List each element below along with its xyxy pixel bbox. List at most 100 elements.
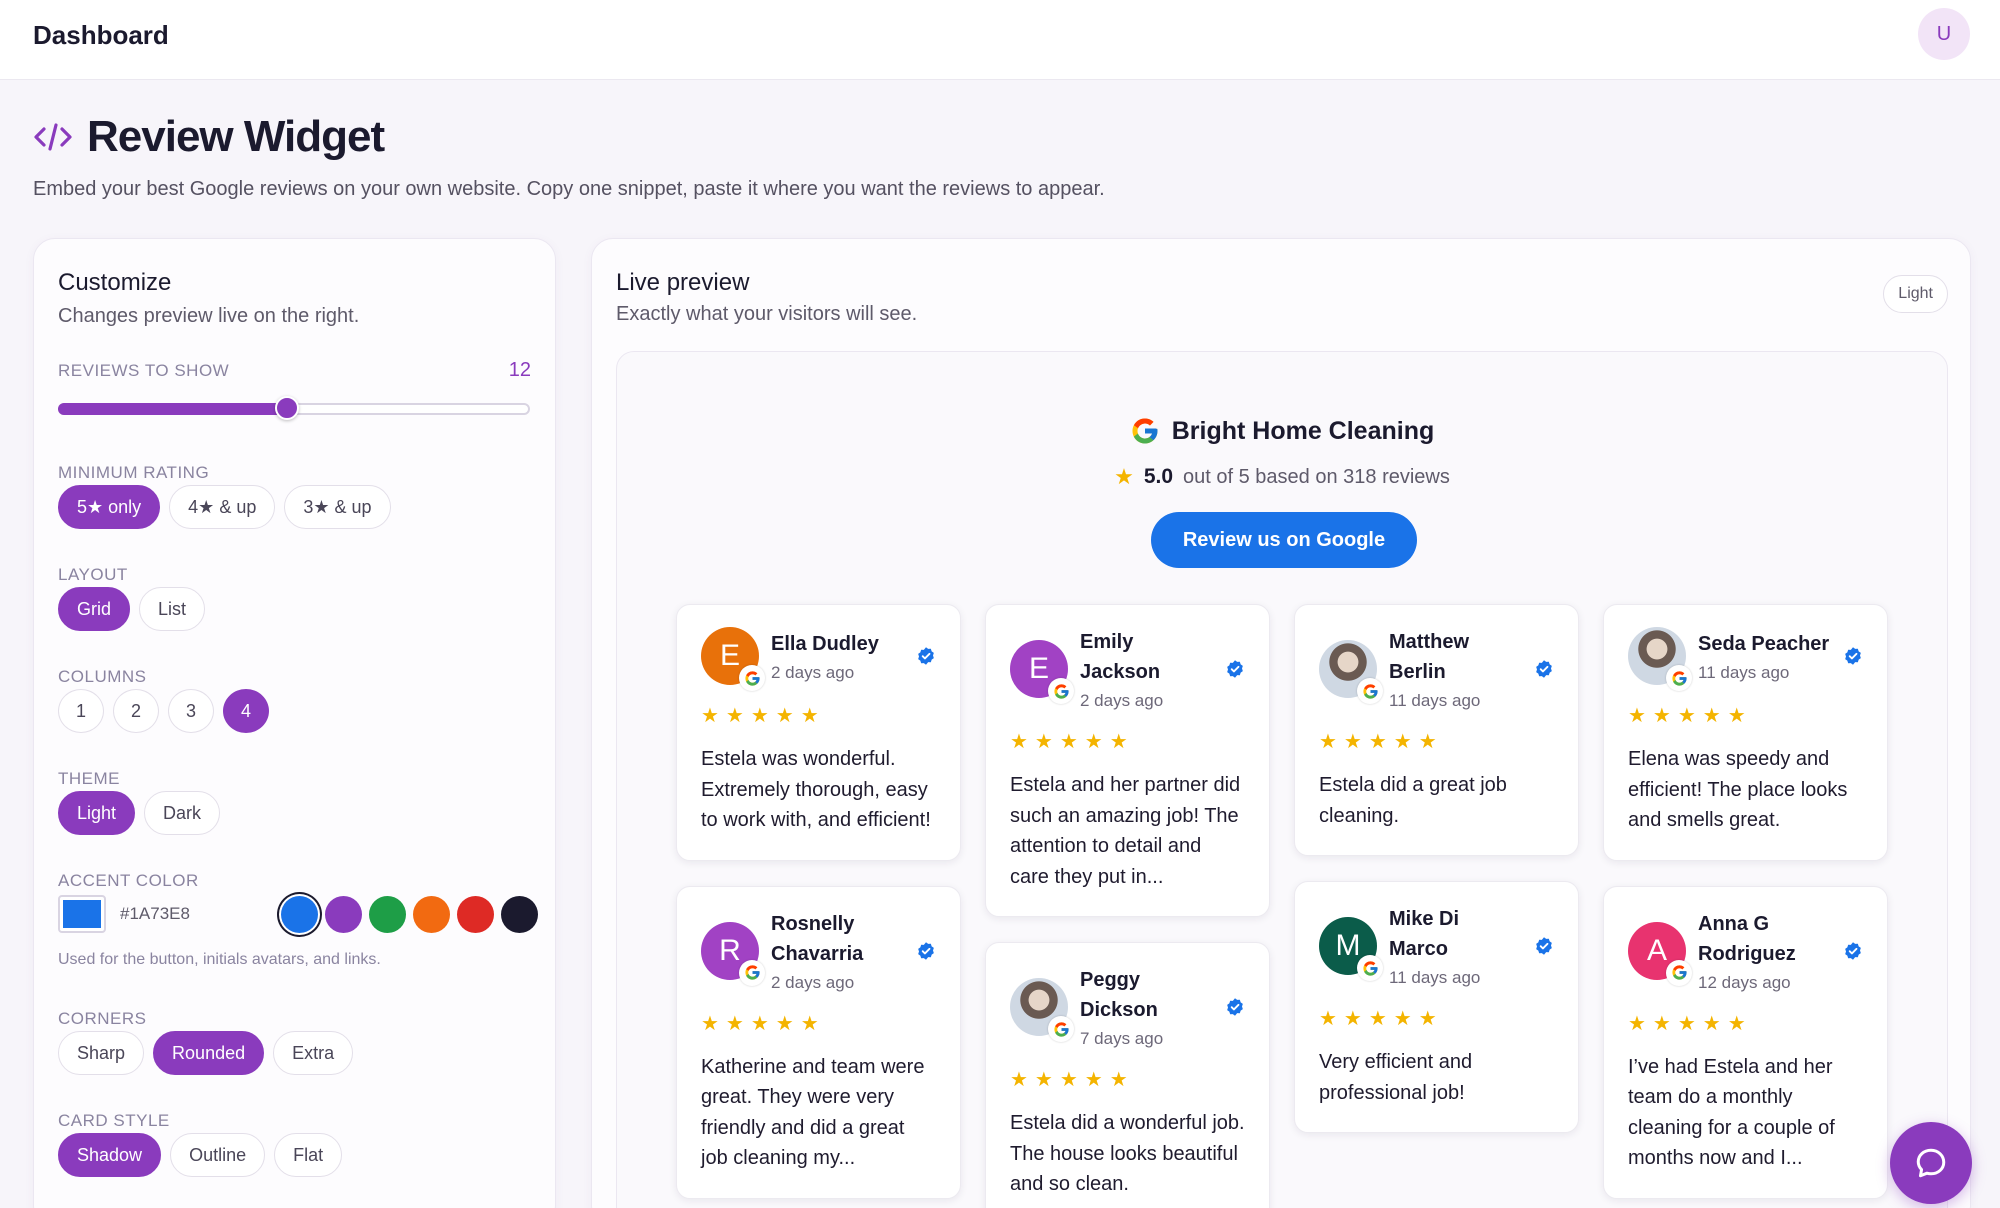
rating-option-5[interactable]: 5★ only bbox=[58, 485, 161, 529]
theme-option-dark[interactable]: Dark bbox=[144, 791, 221, 835]
swatch-purple[interactable] bbox=[325, 895, 362, 933]
reviewer-name[interactable]: Anna G Rodriguez bbox=[1698, 909, 1831, 969]
preview-title: Live preview bbox=[616, 269, 750, 296]
google-badge-icon bbox=[1666, 959, 1692, 986]
review-text: Estela was wonderful. Extremely thorough… bbox=[701, 748, 931, 831]
top-bar: Dashboard U bbox=[0, 0, 2000, 80]
reviewer-name[interactable]: Emily Jackson bbox=[1080, 627, 1213, 687]
review-text: Elena was speedy and efficient! The plac… bbox=[1628, 748, 1848, 831]
card-style-option-shadow[interactable]: Shadow bbox=[58, 1133, 162, 1177]
review-text: Very efficient and professional job! bbox=[1319, 1051, 1473, 1104]
review-text: Estela and her partner did such an amazi… bbox=[1010, 774, 1241, 888]
corners-option-sharp[interactable]: Sharp bbox=[58, 1031, 145, 1075]
review-card-header: Seda Peacher 11 days ago bbox=[1628, 627, 1863, 691]
columns-option-2[interactable]: 2 bbox=[113, 689, 159, 733]
columns-label: COLUMNS bbox=[58, 667, 147, 686]
reviews-count-value: 12 bbox=[508, 359, 531, 381]
swatch-black[interactable] bbox=[501, 895, 538, 933]
review-card-header: E Ella Dudley 2 days ago bbox=[701, 627, 936, 691]
user-avatar[interactable]: U bbox=[1918, 8, 1970, 60]
reviewer-name[interactable]: Ella Dudley bbox=[771, 629, 904, 659]
corners-options: Sharp Rounded Extra bbox=[58, 1031, 354, 1075]
card-style-option-flat[interactable]: Flat bbox=[274, 1133, 343, 1177]
review-card[interactable]: Peggy Dickson 7 days ago ★★★★★ Estela di… bbox=[985, 942, 1270, 1208]
review-time: 11 days ago bbox=[1389, 968, 1481, 987]
reviews-slider[interactable] bbox=[58, 396, 530, 420]
rating-summary: ★ 5.0 out of 5 based on 318 reviews bbox=[617, 464, 1947, 490]
columns-options: 1 2 3 4 bbox=[58, 689, 269, 733]
review-card[interactable]: M Mike Di Marco 11 days ago ★★★★★ Very e… bbox=[1294, 881, 1579, 1133]
star-icon: ★ bbox=[1114, 464, 1134, 489]
google-badge-icon bbox=[739, 665, 765, 691]
corners-option-extra[interactable]: Extra bbox=[273, 1031, 354, 1075]
swatch-blue[interactable] bbox=[281, 895, 318, 933]
rating-option-3[interactable]: 3★ & up bbox=[284, 485, 391, 529]
review-stars: ★★★★★ bbox=[1010, 1069, 1135, 1091]
review-text: Katherine and team were great. They were… bbox=[701, 1055, 925, 1170]
card-style-options: Shadow Outline Flat bbox=[58, 1133, 343, 1177]
customize-panel: Customize Changes preview live on the ri… bbox=[33, 238, 556, 1208]
review-card[interactable]: E Ella Dudley 2 days ago ★★★★★ Estela wa… bbox=[676, 604, 961, 861]
reviewer-avatar: M bbox=[1319, 917, 1383, 981]
review-card[interactable]: A Anna G Rodriguez 12 days ago ★★★★★ I’v… bbox=[1603, 885, 1888, 1199]
review-text: Estela did a great job cleaning. bbox=[1319, 774, 1507, 827]
layout-option-grid[interactable]: Grid bbox=[58, 587, 131, 631]
verified-icon bbox=[1536, 937, 1552, 955]
google-badge-icon bbox=[1048, 1016, 1074, 1042]
reviewer-name[interactable]: Mike Di Marco bbox=[1389, 904, 1522, 964]
accent-swatches bbox=[281, 895, 538, 933]
corners-label: CORNERS bbox=[58, 1009, 147, 1028]
layout-label: LAYOUT bbox=[58, 565, 128, 584]
review-on-google-button[interactable]: Review us on Google bbox=[1151, 512, 1417, 568]
google-badge-icon bbox=[1357, 678, 1383, 704]
theme-options: Light Dark bbox=[58, 791, 221, 835]
swatch-red[interactable] bbox=[457, 895, 494, 933]
app-title[interactable]: Dashboard bbox=[33, 20, 169, 51]
reviewer-name[interactable]: Matthew Berlin bbox=[1389, 627, 1522, 687]
columns-option-1[interactable]: 1 bbox=[58, 689, 104, 733]
card-style-option-outline[interactable]: Outline bbox=[170, 1133, 266, 1177]
reviewer-name[interactable]: Peggy Dickson bbox=[1080, 965, 1213, 1025]
columns-option-4[interactable]: 4 bbox=[223, 689, 269, 733]
reviewer-meta: Ella Dudley 2 days ago bbox=[771, 629, 904, 683]
reviewer-meta: Emily Jackson 2 days ago bbox=[1080, 627, 1213, 711]
review-card[interactable]: Matthew Berlin 11 days ago ★★★★★ Estela … bbox=[1294, 604, 1579, 856]
corners-option-rounded[interactable]: Rounded bbox=[153, 1031, 265, 1075]
layout-option-list[interactable]: List bbox=[139, 587, 206, 631]
review-card[interactable]: E Emily Jackson 2 days ago ★★★★★ Estela … bbox=[985, 604, 1270, 917]
google-badge-icon bbox=[1048, 678, 1074, 704]
preview-panel: Live preview Exactly what your visitors … bbox=[591, 238, 1971, 1208]
rating-text: out of 5 based on 318 reviews bbox=[1183, 465, 1450, 488]
verified-icon bbox=[1845, 647, 1861, 665]
page-title: Review Widget bbox=[87, 112, 385, 161]
business-header: Bright Home Cleaning bbox=[617, 416, 1947, 446]
accent-color-picker[interactable] bbox=[58, 895, 106, 933]
columns-option-3[interactable]: 3 bbox=[168, 689, 214, 733]
accent-color-label: ACCENT COLOR bbox=[58, 871, 199, 890]
theme-option-light[interactable]: Light bbox=[58, 791, 136, 835]
review-card-header: E Emily Jackson 2 days ago bbox=[1010, 627, 1245, 711]
swatch-orange[interactable] bbox=[413, 895, 450, 933]
review-stars: ★★★★★ bbox=[701, 705, 826, 727]
rating-option-4[interactable]: 4★ & up bbox=[169, 485, 276, 529]
reviewer-meta: Mike Di Marco 11 days ago bbox=[1389, 904, 1522, 988]
verified-icon bbox=[1227, 660, 1243, 678]
google-badge-icon bbox=[1666, 665, 1692, 691]
reviewer-name[interactable]: Seda Peacher bbox=[1698, 629, 1831, 659]
verified-icon bbox=[1227, 998, 1243, 1016]
customize-title: Customize bbox=[58, 269, 172, 296]
review-column-1: E Ella Dudley 2 days ago ★★★★★ Estela wa… bbox=[676, 604, 961, 1199]
reviewer-avatar: A bbox=[1628, 921, 1692, 986]
theme-badge: Light bbox=[1883, 275, 1948, 313]
review-card[interactable]: R Rosnelly Chavarria 2 days ago ★★★★★ Ka… bbox=[676, 885, 961, 1199]
review-time: 11 days ago bbox=[1698, 663, 1790, 682]
reviewer-name[interactable]: Rosnelly Chavarria bbox=[771, 909, 904, 969]
review-card-header: Peggy Dickson 7 days ago bbox=[1010, 965, 1245, 1049]
swatch-green[interactable] bbox=[369, 895, 406, 933]
chat-button[interactable] bbox=[1890, 1122, 1972, 1204]
theme-label: THEME bbox=[58, 769, 120, 788]
slider-thumb[interactable] bbox=[274, 396, 299, 420]
layout-options: Grid List bbox=[58, 587, 206, 631]
accent-color-hex[interactable]: #1A73E8 bbox=[120, 904, 190, 924]
review-card[interactable]: Seda Peacher 11 days ago ★★★★★ Elena was… bbox=[1603, 604, 1888, 861]
